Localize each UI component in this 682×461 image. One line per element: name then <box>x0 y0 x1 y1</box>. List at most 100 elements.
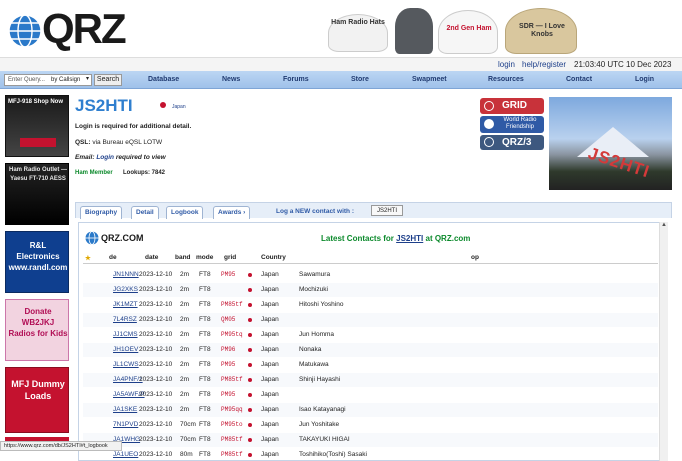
ad-mfj-dummy-loads[interactable]: MFJ Dummy Loads <box>5 367 69 433</box>
register-link[interactable]: help/register <box>522 60 566 69</box>
logbook-title-callsign[interactable]: JS2HTI <box>396 234 423 243</box>
qsl-value: via Bureau eQSL LOTW <box>92 139 163 146</box>
table-row: JA1SKE 2023-12-10 2m FT8 PM95qq Japan Isao Kat… <box>83 403 658 417</box>
grid-button[interactable]: GRID <box>480 98 544 114</box>
qrz3-button[interactable]: QRZ/3 <box>480 135 544 150</box>
logbook-title-prefix: Latest Contacts for <box>321 234 394 243</box>
log-op: Hitoshi Yoshino <box>299 301 344 308</box>
world-radio-friendship-button[interactable]: World Radio Friendship <box>480 116 544 133</box>
nav-swapmeet[interactable]: Swapmeet <box>412 76 447 83</box>
col-mode[interactable]: mode <box>196 254 213 261</box>
log-band: 2m <box>180 376 190 383</box>
log-call[interactable]: JA1SKE <box>113 406 137 413</box>
search-mode-select[interactable]: by Callsign <box>51 77 80 84</box>
wrf-globe-icon <box>484 119 494 129</box>
status-bar-url: https://www.qrz.com/db/JS2HTI#t_logbook <box>0 441 122 451</box>
ad-mfj-918[interactable]: MFJ-918 Shop Now <box>5 95 69 157</box>
col-op[interactable]: op <box>471 254 479 261</box>
japan-flag-icon <box>248 318 252 322</box>
col-country[interactable]: Country <box>261 254 286 261</box>
log-call[interactable]: JH1OEV <box>113 346 138 353</box>
japan-flag-icon <box>248 378 252 382</box>
log-call[interactable]: JN1NNN <box>113 271 139 278</box>
log-band: 2m <box>180 346 190 353</box>
log-grid: PM85tf <box>221 376 243 383</box>
logo-text: QRZ <box>42 5 127 52</box>
search-input[interactable]: Enter Query... by Callsign ▾ <box>4 74 92 86</box>
col-band[interactable]: band <box>175 254 191 261</box>
ad-ham-radio-hats-text: Ham Radio Hats <box>331 19 385 26</box>
log-date: 2023-12-10 <box>139 331 173 338</box>
japan-flag-icon <box>248 423 252 427</box>
nav-news[interactable]: News <box>222 76 240 83</box>
ad-randl[interactable]: R&L Electronics www.randl.com <box>5 231 69 293</box>
log-call[interactable]: 7N1PVD <box>113 421 138 428</box>
hat-gray-ad[interactable] <box>395 8 433 54</box>
nav-resources[interactable]: Resources <box>488 76 524 83</box>
ad-wb2jkj[interactable]: Donate WB2JKJ Radios for Kids <box>5 299 69 361</box>
logbook-scrollbar[interactable]: ▲ <box>659 222 668 461</box>
log-grid: PM85tf <box>221 436 243 443</box>
log-call[interactable]: JG2XKS <box>113 286 138 293</box>
col-grid[interactable]: grid <box>224 254 236 261</box>
log-country: Japan <box>261 271 279 278</box>
log-band: 2m <box>180 286 190 293</box>
log-call[interactable]: 7L4RSZ <box>113 316 137 323</box>
col-date[interactable]: date <box>145 254 158 261</box>
log-grid: PM85tf <box>221 451 243 458</box>
star-icon[interactable]: ★ <box>85 254 91 262</box>
top-utility-bar: login help/register 21:03:40 UTC 10 Dec … <box>0 57 682 71</box>
log-mode: FT8 <box>199 271 211 278</box>
log-grid: PM95tq <box>221 331 243 338</box>
country-link[interactable]: Japan <box>172 104 186 110</box>
tab-awards[interactable]: Awards › <box>213 206 251 219</box>
qrz-logo[interactable]: QRZ <box>8 5 128 54</box>
log-band: 2m <box>180 406 190 413</box>
grid-globe-icon <box>484 101 494 111</box>
log-new-contact-field[interactable]: JS2HTI <box>371 205 403 216</box>
japan-flag-icon <box>248 363 252 367</box>
col-de[interactable]: de <box>109 254 117 261</box>
log-call[interactable]: JA1UEO <box>113 451 138 458</box>
log-mode: FT8 <box>199 346 211 353</box>
email-suffix: required to view <box>115 154 166 161</box>
log-country: Japan <box>261 376 279 383</box>
log-mode: FT8 <box>199 331 211 338</box>
japan-flag-icon <box>248 438 252 442</box>
utc-clock: 21:03:40 UTC 10 Dec 2023 <box>574 60 672 69</box>
nav-database[interactable]: Database <box>148 76 179 83</box>
log-date: 2023-12-10 <box>139 286 173 293</box>
profile-tabs: Biography Detail Logbook Awards › Log a … <box>75 202 672 219</box>
ad-sdr-hat-text: SDR — I Love Knobs <box>519 23 565 38</box>
login-required-note: Login is required for additional detail. <box>75 123 192 130</box>
log-op: Jun Yoshitake <box>299 421 340 428</box>
log-mode: FT8 <box>199 316 211 323</box>
nav-login[interactable]: Login <box>635 76 654 83</box>
ad-hro-yaesu[interactable]: Ham Radio Outlet — Yaesu FT-710 AESS <box>5 163 69 225</box>
ad-sdr-hat[interactable]: SDR — I Love Knobs <box>505 8 577 54</box>
search-button[interactable]: Search <box>94 74 122 86</box>
log-call[interactable]: JL1CWS <box>113 361 139 368</box>
log-country: Japan <box>261 286 279 293</box>
scroll-up-icon[interactable]: ▲ <box>661 222 667 228</box>
globe-icon <box>85 231 99 245</box>
log-mode: FT8 <box>199 376 211 383</box>
log-date: 2023-12-10 <box>139 421 173 428</box>
japan-flag-icon <box>248 333 252 337</box>
tab-biography[interactable]: Biography <box>80 206 123 219</box>
log-call[interactable]: JK1MZT <box>113 301 138 308</box>
login-link[interactable]: login <box>498 60 515 69</box>
table-row: JK1MZT 2023-12-10 2m FT8 PM85tf Japan Hitoshi … <box>83 298 658 312</box>
ad-ham-radio-hats[interactable]: Ham Radio Hats <box>322 10 394 54</box>
profile-photo[interactable]: JS2HTI <box>549 97 672 190</box>
tab-detail[interactable]: Detail <box>131 206 159 219</box>
chevron-down-icon[interactable]: ▾ <box>86 76 89 83</box>
email-login-link[interactable]: Login <box>96 154 114 161</box>
ad-2nd-gen-ham[interactable]: 2nd Gen Ham <box>438 10 498 54</box>
nav-contact[interactable]: Contact <box>566 76 592 83</box>
nav-store[interactable]: Store <box>351 76 369 83</box>
tab-logbook[interactable]: Logbook <box>166 206 204 219</box>
nav-forums[interactable]: Forums <box>283 76 309 83</box>
log-call[interactable]: JJ1CMS <box>113 331 138 338</box>
lookups-value: 7842 <box>151 170 166 176</box>
